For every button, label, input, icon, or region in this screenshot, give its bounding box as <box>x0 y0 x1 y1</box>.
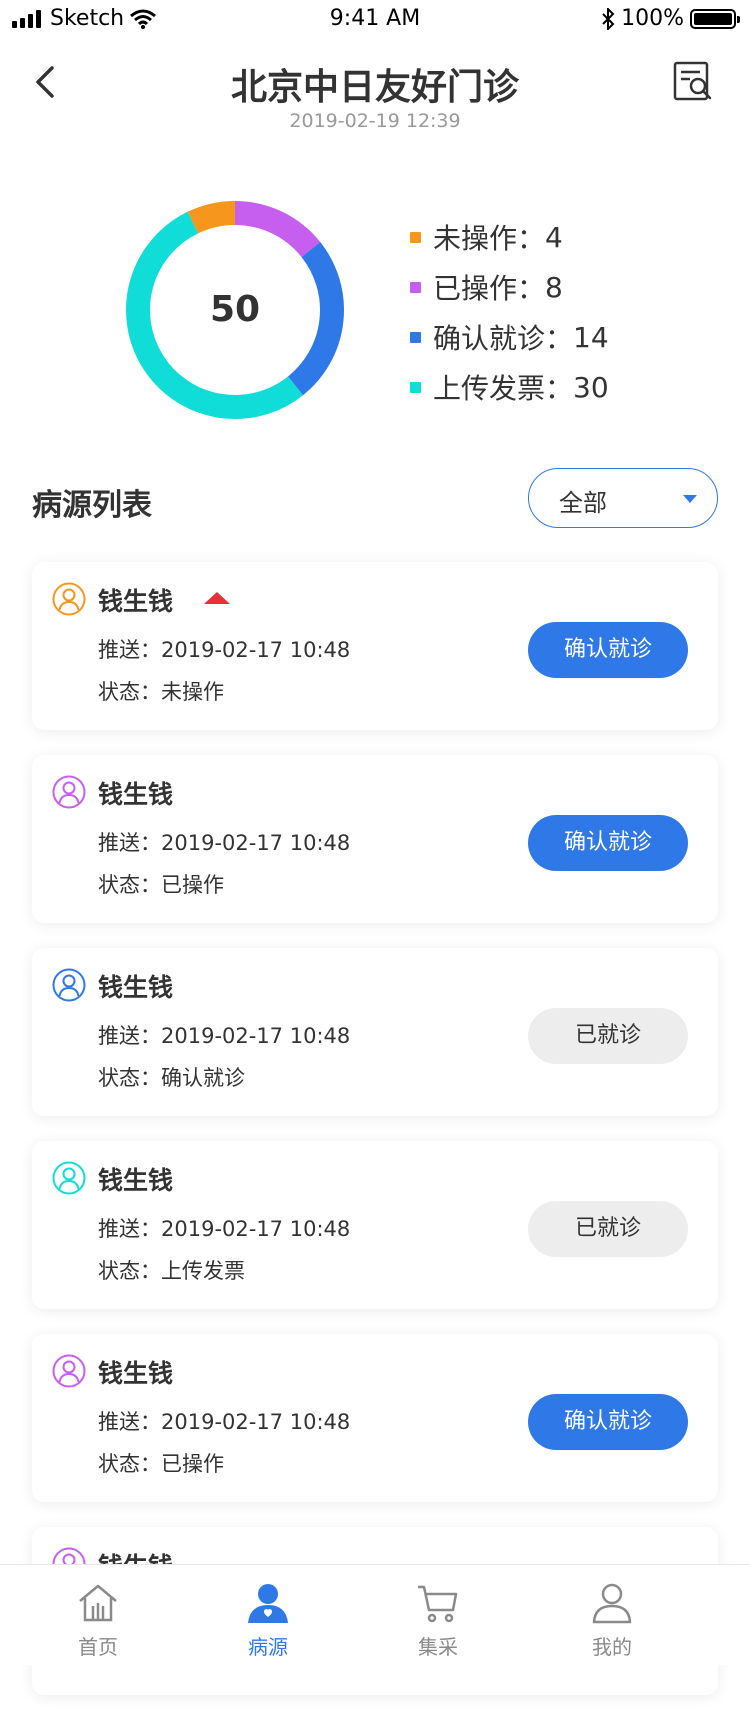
user-avatar-icon <box>52 582 86 616</box>
legend-item: 上传发票： 30 <box>410 362 609 412</box>
battery-percent: 100% <box>621 6 684 31</box>
legend-dot <box>410 331 421 343</box>
patient-name: 钱生钱 <box>98 587 174 616</box>
push-row: 推送：2019-02-17 10:48 <box>98 1020 350 1050</box>
tab-home[interactable]: 首页 <box>38 1565 158 1665</box>
patient-name: 钱生钱 <box>98 1359 174 1388</box>
tab-patient-source-label: 病源 <box>248 1635 288 1659</box>
user-avatar-icon <box>52 968 86 1002</box>
patient-name: 钱生钱 <box>98 780 174 809</box>
patient-card[interactable]: 钱生钱推送：2019-02-17 10:48 状态：上传发票 已就诊 <box>32 1141 718 1309</box>
status-value: 上传发票 <box>161 1259 245 1283</box>
status-bar: Sketch 9:41 AM 100% <box>0 0 750 40</box>
push-label: 推送： <box>98 1024 161 1048</box>
patient-card[interactable]: 钱生钱推送：2019-02-17 10:48 状态：已操作 确认就诊 <box>32 755 718 923</box>
status-label: 状态： <box>98 873 161 897</box>
push-row: 推送：2019-02-17 10:48 <box>98 1406 350 1436</box>
confirm-visit-button[interactable]: 确认就诊 <box>528 622 688 678</box>
tab-mine[interactable]: 我的 <box>552 1565 672 1665</box>
status-value: 未操作 <box>161 680 224 704</box>
push-label: 推送： <box>98 638 161 662</box>
document-search-icon[interactable] <box>672 60 716 104</box>
legend-item: 未操作： 4 <box>410 212 609 262</box>
status-label: 状态： <box>98 680 161 704</box>
status-label: 状态： <box>98 1066 161 1090</box>
push-row: 推送：2019-02-17 10:48 <box>98 1213 350 1243</box>
status-row: 状态：确认就诊 <box>98 1062 245 1092</box>
battery-icon <box>690 8 740 29</box>
filter-selected-label: 全部 <box>559 489 607 517</box>
page-title: 北京中日友好门诊 <box>230 67 519 108</box>
user-avatar-icon <box>52 775 86 809</box>
push-time: 2019-02-17 10:48 <box>161 1217 351 1241</box>
legend-value: 8 <box>545 270 563 304</box>
status-value: 确认就诊 <box>161 1066 245 1090</box>
legend-value: 4 <box>545 220 563 254</box>
status-row: 状态：未操作 <box>98 676 224 706</box>
patient-card[interactable]: 钱生钱推送：2019-02-17 10:48 状态：已操作 确认就诊 <box>32 1334 718 1502</box>
push-time: 2019-02-17 10:48 <box>161 831 351 855</box>
page-subtitle-datetime: 2019-02-19 12:39 <box>289 110 461 132</box>
nav-bar: 北京中日友好门诊 2019-02-19 12:39 <box>0 50 750 140</box>
donut-total: 50 <box>209 289 261 330</box>
priority-up-icon <box>204 592 230 604</box>
legend-item: 确认就诊： 14 <box>410 312 609 362</box>
patient-source-icon <box>248 1584 288 1623</box>
status-row: 状态：已操作 <box>98 869 224 899</box>
legend-value: 30 <box>573 370 609 404</box>
confirm-visit-button[interactable]: 确认就诊 <box>528 815 688 871</box>
push-time: 2019-02-17 10:48 <box>161 638 351 662</box>
legend-dot <box>410 231 421 243</box>
tab-procurement-label: 集采 <box>418 1635 458 1659</box>
bluetooth-icon <box>602 7 615 30</box>
visited-button[interactable]: 已就诊 <box>528 1201 688 1257</box>
summary-section: 50 未操作： 4 已操作： 8 确认就诊： 14 上传发票： 30 <box>0 160 750 450</box>
user-avatar-icon <box>52 1161 86 1195</box>
legend-label: 未操作： <box>433 222 546 255</box>
patient-name: 钱生钱 <box>98 973 174 1002</box>
user-avatar-icon <box>52 1354 86 1388</box>
legend-dot <box>410 281 421 293</box>
patient-card[interactable]: 钱生钱推送：2019-02-17 10:48 状态：未操作 确认就诊 <box>32 562 718 730</box>
user-icon <box>592 1583 632 1624</box>
tab-mine-label: 我的 <box>592 1635 632 1659</box>
push-label: 推送： <box>98 1217 161 1241</box>
confirm-visit-button[interactable]: 确认就诊 <box>528 1394 688 1450</box>
tab-patient-source[interactable]: 病源 <box>208 1565 328 1665</box>
status-label: 状态： <box>98 1452 161 1476</box>
cart-icon <box>418 1585 458 1623</box>
legend-label: 已操作： <box>433 272 546 305</box>
legend-item: 已操作： 8 <box>410 262 609 312</box>
push-label: 推送： <box>98 831 161 855</box>
tab-procurement[interactable]: 集采 <box>378 1565 498 1665</box>
push-label: 推送： <box>98 1410 161 1434</box>
legend-label: 确认就诊： <box>433 322 574 355</box>
push-row: 推送：2019-02-17 10:48 <box>98 634 350 664</box>
legend-value: 14 <box>573 320 609 354</box>
patient-name: 钱生钱 <box>98 1166 174 1195</box>
filter-dropdown[interactable]: 全部 <box>528 468 718 528</box>
donut-legend: 未操作： 4 已操作： 8 确认就诊： 14 上传发票： 30 <box>410 212 609 412</box>
tab-home-label: 首页 <box>78 1635 118 1659</box>
legend-label: 上传发票： <box>433 372 574 405</box>
status-value: 已操作 <box>161 873 224 897</box>
status-value: 已操作 <box>161 1452 224 1476</box>
push-time: 2019-02-17 10:48 <box>161 1410 351 1434</box>
legend-dot <box>410 381 421 393</box>
push-time: 2019-02-17 10:48 <box>161 1024 351 1048</box>
status-label: 状态： <box>98 1259 161 1283</box>
visited-button[interactable]: 已就诊 <box>528 1008 688 1064</box>
home-icon <box>79 1584 117 1622</box>
patient-list: 钱生钱 推送：2019-02-17 10:48 状态：未操作 确认就诊 钱生钱 推送… <box>32 562 718 1720</box>
list-title: 病源列表 <box>32 488 152 523</box>
status-row: 状态：已操作 <box>98 1448 224 1478</box>
list-header: 病源列表 全部 <box>0 468 750 532</box>
push-row: 推送：2019-02-17 10:48 <box>98 827 350 857</box>
status-row: 状态：上传发票 <box>98 1255 245 1285</box>
patient-card[interactable]: 钱生钱推送：2019-02-17 10:48 状态：确认就诊 已就诊 <box>32 948 718 1116</box>
status-bar-right: 100% <box>601 6 740 31</box>
caret-down-icon <box>683 495 697 503</box>
tab-bar: 首页 病源 集采 我的 <box>0 1564 750 1665</box>
